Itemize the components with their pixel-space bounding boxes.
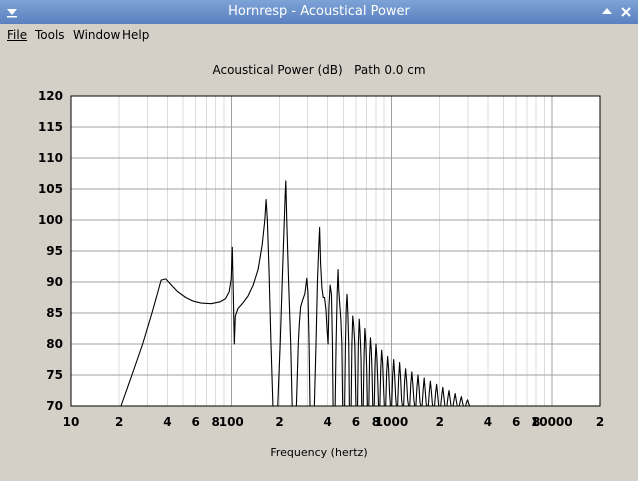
y-tick-label: 110 [38, 151, 63, 165]
x-tick-label: 6 [512, 415, 520, 429]
y-tick-label: 80 [46, 337, 63, 351]
x-tick-label: 6 [192, 415, 200, 429]
x-tick-label: 2 [436, 415, 444, 429]
x-tick-label: 10 [63, 415, 80, 429]
y-tick-label: 90 [46, 275, 63, 289]
x-tick-label: 1000 [375, 415, 408, 429]
y-tick-label: 120 [38, 89, 63, 103]
x-tick-label: 2 [275, 415, 283, 429]
x-tick-label: 2 [596, 415, 604, 429]
y-tick-label: 95 [46, 244, 63, 258]
y-tick-label: 85 [46, 306, 63, 320]
y-tick-label: 105 [38, 182, 63, 196]
y-tick-labels: 70 75 80 85 90 95 100 105 110 115 120 [38, 89, 63, 413]
x-tick-label: 4 [484, 415, 492, 429]
x-tick-label: 4 [324, 415, 332, 429]
x-tick-label: 6 [352, 415, 360, 429]
x-tick-label: 10000 [531, 415, 573, 429]
x-tick-label: 2 [115, 415, 123, 429]
acoustical-power-chart: 707580859095100105110115120 10 2 4 6 8100 2 4 6… [38, 89, 605, 429]
x-tick-label: 100 [219, 415, 244, 429]
y-tick-label: 115 [38, 120, 63, 134]
y-tick-label: 70 [46, 399, 63, 413]
y-tick-label: 100 [38, 213, 63, 227]
y-tick-label: 75 [46, 368, 63, 382]
x-tick-labels: 10 2 4 6 8100 2 4 6 81000 2 4 6 810000 2 [63, 415, 605, 429]
x-tick-label: 4 [163, 415, 171, 429]
x-axis-title: Frequency (hertz) [270, 446, 368, 459]
